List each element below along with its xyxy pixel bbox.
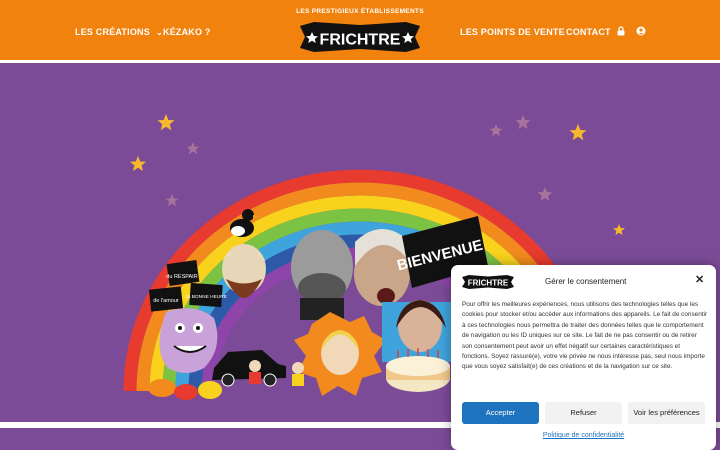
logo-name: FRICHTRE: [320, 32, 401, 49]
logo-tagline: LES PRESTIGIEUX ÉTABLISSEMENTS: [296, 8, 424, 15]
nav-points-de-vente[interactable]: LES POINTS DE VENTE: [460, 27, 565, 37]
lock-icon[interactable]: [616, 26, 626, 36]
placard-2-text: de l'amour: [153, 298, 179, 304]
refuse-button[interactable]: Refuser: [545, 402, 622, 424]
placard-3-text: du BONNE HEURE: [185, 294, 227, 300]
consent-logo: FRICHTRE: [462, 275, 514, 289]
accept-button[interactable]: Accepter: [462, 402, 539, 424]
close-icon[interactable]: ✕: [695, 275, 704, 286]
consent-logo-text: FRICHTRE: [468, 279, 509, 288]
placard-1-text: du RESPAIR: [166, 274, 197, 280]
user-icon[interactable]: [636, 26, 646, 36]
logo-badge: FRICHTRE: [300, 22, 420, 52]
view-preferences-button[interactable]: Voir les préférences: [628, 402, 705, 424]
privacy-policy-link[interactable]: Politique de confidentialité: [451, 432, 716, 439]
cookie-consent-dialog: FRICHTRE Gérer le consentement ✕ Pour of…: [451, 265, 716, 450]
nav-les-creations[interactable]: LES CRÉATIONS ⌄: [75, 27, 163, 37]
site-logo[interactable]: LES PRESTIGIEUX ÉTABLISSEMENTS FRICHTRE: [296, 8, 424, 56]
nav-contact[interactable]: CONTACT: [566, 27, 611, 37]
site-header: LES CRÉATIONS ⌄ KÉZAKO ? LES PRESTIGIEUX …: [0, 0, 720, 63]
nav-kezako[interactable]: KÉZAKO ?: [163, 27, 211, 37]
consent-body-text: Pour offrir les meilleures expériences, …: [462, 301, 708, 371]
consent-title: Gérer le consentement: [545, 277, 627, 286]
chevron-down-icon: ⌄: [155, 28, 163, 37]
nav-les-creations-label: LES CRÉATIONS: [75, 27, 150, 37]
